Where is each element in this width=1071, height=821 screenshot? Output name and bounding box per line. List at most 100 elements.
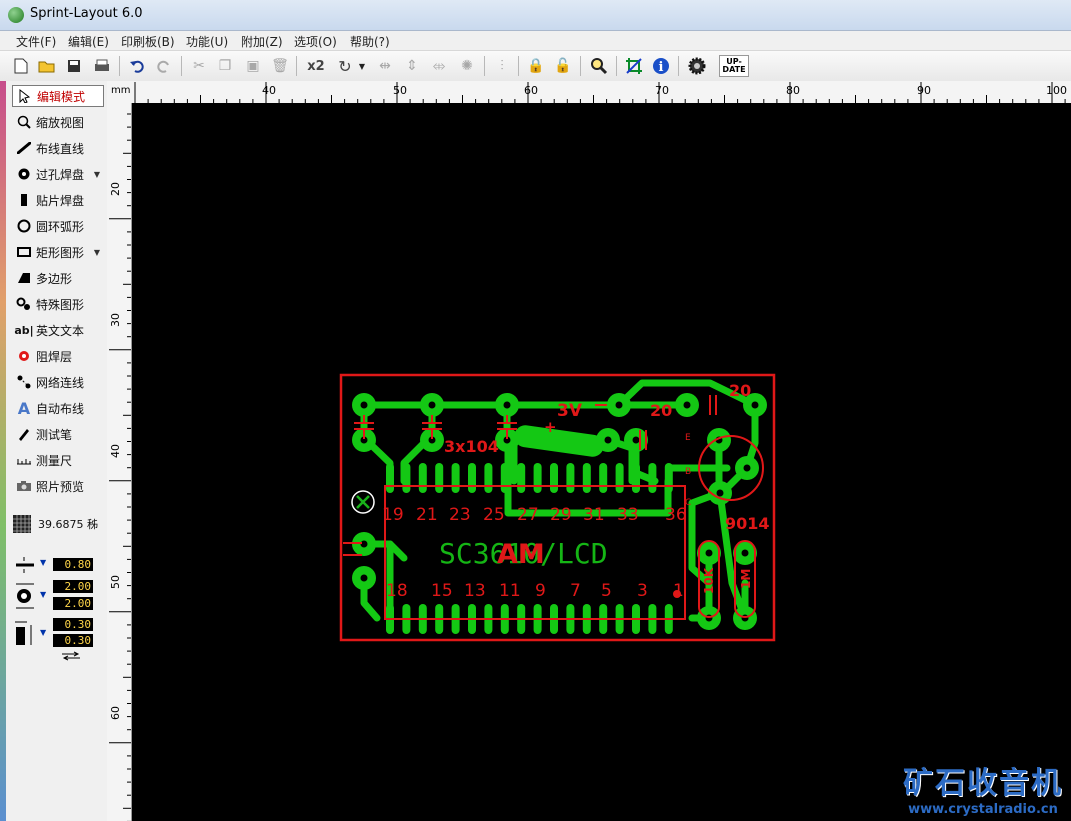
crop-icon[interactable] [623,55,645,77]
ruler-unit: mm [111,85,131,96]
pin-number: 1 [673,581,684,601]
dropdown-arrow-icon[interactable]: ▼ [94,170,100,179]
tool-circle-arc[interactable]: 圆环弧形 [12,215,104,237]
swap-icon[interactable] [60,651,82,661]
print-icon[interactable] [91,55,113,77]
pin-number: 31 [583,505,605,525]
tool-label: 网络连线 [36,375,85,390]
pin-number: 9 [535,581,546,601]
tool-net[interactable]: 网络连线 [12,371,104,393]
toolbar: ✂ ❐ ▣ 🗑 x2 ↻ ▼ ⇹ ⇕ ⤄ ✺ ⫶ 🔒 🔓 i UP-DATE [0,51,1071,82]
ic-pad [648,463,657,493]
ruler-left-label: 30 [109,313,122,327]
tool-measure[interactable]: 测量尺 [12,449,104,471]
autoroute-icon: A [17,398,31,418]
undo-icon[interactable] [126,55,148,77]
tool-via-pad[interactable]: 过孔焊盘 ▼ [12,163,104,185]
ruler-top-label: 50 [393,84,407,97]
grid-setting[interactable]: 39.6875 秭 [12,514,98,534]
tool-label: 矩形图形 [36,245,85,260]
ic-pad [533,463,542,493]
tool-edit-mode[interactable]: 编辑模式 [12,85,104,107]
title-bar: Sprint-Layout 6.0 [0,0,1071,31]
tool-photo-preview[interactable]: 照片预览 [12,475,104,497]
menu-extras[interactable]: 附加(Z) [241,33,283,50]
ruler-top-label: 70 [655,84,669,97]
ruler-left: 20 30 40 50 60 [107,103,132,821]
pin-number: 11 [499,581,521,601]
dropdown-arrow-icon[interactable]: ▼ [94,248,100,257]
camera-icon [15,478,33,494]
tool-label: 贴片焊盘 [36,193,85,208]
smd-height-field[interactable]: 0.30 [53,634,93,647]
ic-pad [435,463,444,493]
align-icon: ⤄ [432,58,446,74]
paste-icon: ▣ [246,58,260,74]
smd-size-dropdown-icon[interactable]: ▼ [40,628,46,637]
grid-icon [13,515,31,533]
window-title: Sprint-Layout 6.0 [30,6,143,21]
rotate-icon[interactable]: ↻ [334,55,356,77]
update-button[interactable]: UP-DATE [719,55,749,77]
ruler-left-label: 50 [109,575,122,589]
svg-text:i: i [659,60,664,75]
new-file-icon[interactable] [10,55,32,77]
pin-number: 33 [617,505,639,525]
pad-inner-field[interactable]: 2.00 [53,597,93,610]
save-icon[interactable] [63,55,85,77]
open-folder-icon[interactable] [36,55,58,77]
voltage-label: 3V [557,401,583,421]
zoom-x2-button[interactable]: x2 [303,55,329,77]
tool-rectangle[interactable]: 矩形图形 ▼ [12,241,104,263]
menu-file[interactable]: 文件(F) [16,33,56,50]
magnifier-icon [15,114,33,130]
tool-solder-mask[interactable]: 阻焊层 [12,345,104,367]
search-icon[interactable] [588,55,610,77]
menu-edit[interactable]: 编辑(E) [68,33,109,50]
ruler-left-label: 40 [109,444,122,458]
ruler-top-label: 100 [1046,84,1067,97]
pad-outer-field[interactable]: 2.00 [53,580,93,593]
tool-test-pen[interactable]: 测试笔 [12,423,104,445]
tool-label: 自动布线 [36,401,85,416]
caps-label: 3x104 [444,437,499,456]
pin-number: 27 [517,505,539,525]
info-icon[interactable]: i [650,55,672,77]
tool-label: 圆环弧形 [36,219,85,234]
tool-special-shape[interactable]: 特殊图形 [12,293,104,315]
tool-text[interactable]: ab| 英文文本 [12,319,104,341]
tool-track[interactable]: 布线直线 [12,137,104,159]
tool-label: 多边形 [36,271,73,286]
track-width-field[interactable]: 0.80 [53,558,93,571]
net-icon [15,374,33,390]
ic-pad [402,463,411,493]
tool-smd-pad[interactable]: 贴片焊盘 [12,189,104,211]
tool-polygon[interactable]: 多边形 [12,267,104,289]
redo-icon [153,55,175,77]
ic-pad [386,463,394,493]
tool-label: 过孔焊盘 [36,167,85,182]
pad-size-dropdown-icon[interactable]: ▼ [40,590,46,599]
pcb-canvas[interactable]: SC3610/LCD AM 3V 3x104 20 20 9014 + E B … [132,103,1071,821]
rotate-dropdown-icon[interactable]: ▼ [356,55,368,77]
menu-function[interactable]: 功能(U) [186,33,228,50]
ic-pad [632,463,640,493]
watermark-name: 矿石收音机 [903,766,1063,801]
menu-options[interactable]: 选项(O) [294,33,337,50]
tool-autoroute[interactable]: A 自动布线 [12,397,104,419]
smd-size-icon [15,621,32,645]
ic-pad [615,463,624,493]
track-width-dropdown-icon[interactable]: ▼ [40,558,46,567]
tool-label: 照片预览 [36,479,85,494]
smd-pad-icon [15,192,33,208]
pad-size-icon [16,583,34,609]
menu-help[interactable]: 帮助(?) [350,33,390,50]
ic-pad [500,463,509,493]
ic-pad [484,463,493,493]
menu-bar: 文件(F) 编辑(E) 印刷板(B) 功能(U) 附加(Z) 选项(O) 帮助(… [0,31,1071,51]
smd-width-field[interactable]: 0.30 [53,618,93,631]
settings-gear-icon[interactable] [686,55,708,77]
tool-zoom-view[interactable]: 缩放视图 [12,111,104,133]
menu-board[interactable]: 印刷板(B) [121,33,175,50]
pcb-board[interactable]: SC3610/LCD AM 3V 3x104 20 20 9014 + E B … [132,103,1071,821]
